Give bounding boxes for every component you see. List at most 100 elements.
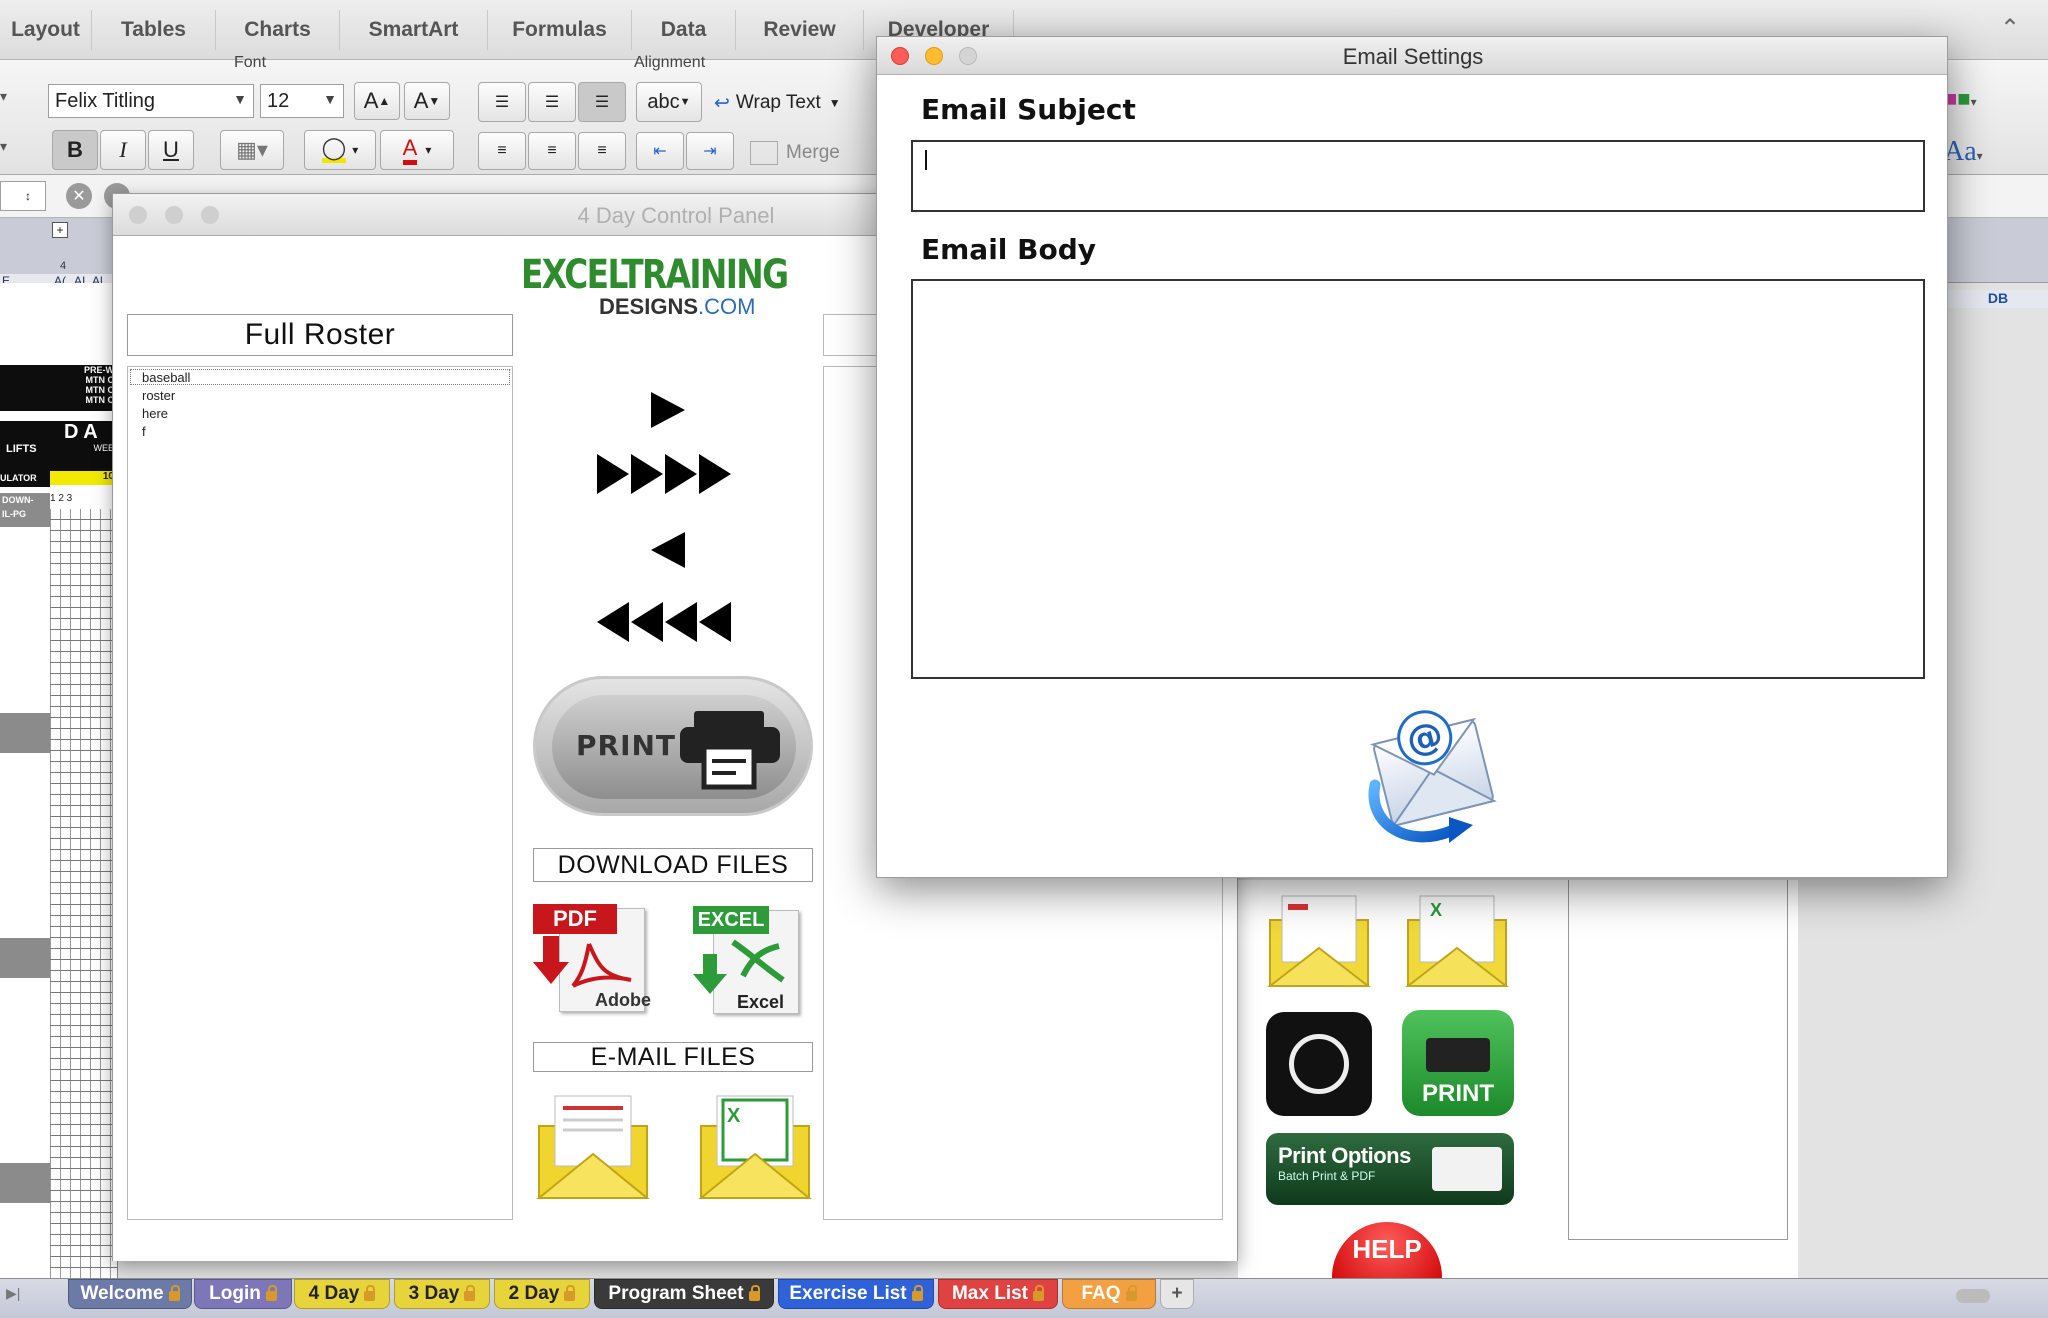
list-item[interactable]: here xyxy=(142,405,190,423)
email-pdf-envelope-icon[interactable] xyxy=(535,1092,651,1202)
email-settings-title: Email Settings xyxy=(1342,44,1484,69)
increase-indent-button[interactable]: ⇥ xyxy=(686,132,734,170)
collapse-ribbon-icon[interactable]: ⌃ xyxy=(2000,14,2020,43)
increase-indent-icon: ⇥ xyxy=(703,143,717,160)
borders-icon: ▦▾ xyxy=(236,137,268,162)
sheet-tab-login[interactable]: Login xyxy=(194,1279,292,1309)
ribbon-tab-tables[interactable]: Tables xyxy=(92,10,216,50)
align-bottom-button[interactable]: ☰ xyxy=(578,82,626,122)
row-label: IL-PG xyxy=(2,509,26,519)
list-item[interactable]: baseball xyxy=(142,369,190,387)
align-center-button[interactable]: ≡ xyxy=(528,132,576,170)
expand-icon[interactable]: + xyxy=(52,222,68,238)
sheet-tab-welcome[interactable]: Welcome xyxy=(68,1279,192,1309)
align-top-button[interactable]: ☰ xyxy=(478,82,526,122)
email-settings-titlebar: Email Settings xyxy=(877,37,1947,75)
fast-forward-icon[interactable] xyxy=(595,452,735,496)
grow-font-button[interactable]: A ▲ xyxy=(354,82,400,120)
print-badge-button[interactable]: PRINT xyxy=(1402,1010,1514,1116)
next-icon[interactable] xyxy=(649,390,689,430)
lock-icon xyxy=(364,1285,376,1301)
shrink-font-label: A xyxy=(413,88,429,113)
email-body-textarea[interactable] xyxy=(911,279,1925,679)
align-right-button[interactable]: ≡ xyxy=(578,132,626,170)
download-pdf-button[interactable]: PDF Adobe xyxy=(533,904,653,1016)
name-box[interactable]: ↕ xyxy=(0,181,46,211)
ribbon-tab-layout[interactable]: Layout xyxy=(0,10,92,50)
cancel-entry-icon[interactable]: ✕ xyxy=(66,183,92,209)
ribbon-tab-data[interactable]: Data xyxy=(632,10,736,50)
list-item[interactable]: roster xyxy=(142,387,190,405)
font-name-select[interactable]: Felix Titling ▼ xyxy=(48,84,254,118)
sheet-tab-3-day[interactable]: 3 Day xyxy=(394,1279,490,1309)
sheet-grid[interactable]: PRE-W MTN C MTN C MTN C D A WEE LIFTS UL… xyxy=(0,283,118,1278)
email-pdf-envelope-icon[interactable] xyxy=(1264,890,1374,990)
svg-text:X: X xyxy=(727,1105,741,1127)
shrink-font-button[interactable]: A ▼ xyxy=(404,82,450,120)
text-orientation-button[interactable]: abc ▼ xyxy=(636,82,702,122)
themes-button[interactable]: Aa▾ xyxy=(1944,136,1983,168)
row-label: LIFTS xyxy=(6,443,37,455)
font-size-select[interactable]: 12 ▼ xyxy=(260,84,344,118)
bold-button[interactable]: B xyxy=(52,130,98,170)
add-sheet-button[interactable]: + xyxy=(1160,1279,1194,1309)
text-orientation-label: abc xyxy=(647,90,680,113)
ribbon-tab-charts[interactable]: Charts xyxy=(216,10,340,50)
cell-grid[interactable] xyxy=(50,509,117,1278)
cell-styles-icon[interactable]: ■■▾ xyxy=(1944,86,1977,112)
ribbon-tab-formulas[interactable]: Formulas xyxy=(488,10,632,50)
day-header: D A WEE LIFTS xyxy=(0,421,117,471)
sheet-tab-4-day[interactable]: 4 Day xyxy=(294,1279,390,1309)
decrease-indent-button[interactable]: ⇤ xyxy=(636,132,684,170)
list-item[interactable]: f xyxy=(142,423,190,441)
font-name-value: Felix Titling xyxy=(55,89,156,112)
dropdown-arrow-icon[interactable]: ▾ xyxy=(0,88,20,116)
print-button[interactable]: PRINT xyxy=(533,676,813,816)
ribbon-tab-review[interactable]: Review xyxy=(736,10,864,50)
lock-icon xyxy=(1033,1285,1045,1301)
yellow-cell[interactable]: 10 xyxy=(50,471,117,485)
sheet-tab-max-list[interactable]: Max List xyxy=(938,1279,1058,1309)
align-left-button[interactable]: ≡ xyxy=(478,132,526,170)
align-center-icon: ≡ xyxy=(547,142,557,159)
email-subject-input[interactable] xyxy=(911,140,1925,212)
underline-button[interactable]: U xyxy=(148,130,194,170)
previous-icon[interactable] xyxy=(649,530,689,570)
email-excel-envelope-icon[interactable]: X xyxy=(1402,890,1512,990)
svg-text:X: X xyxy=(1430,900,1442,920)
settings-dial-button[interactable] xyxy=(1266,1012,1372,1116)
email-excel-envelope-icon[interactable]: X xyxy=(697,1092,813,1202)
wrap-text-button[interactable]: ↩ Wrap Text ▼ xyxy=(714,86,864,120)
tab-scroll-icon[interactable]: ▶| xyxy=(6,1285,20,1302)
email-body-label: Email Body xyxy=(921,233,1097,266)
row-label: MTN C xyxy=(85,375,115,385)
italic-button[interactable]: I xyxy=(100,130,146,170)
sheet-tab-2-day[interactable]: 2 Day xyxy=(494,1279,590,1309)
download-excel-button[interactable]: EXCEL Excel xyxy=(693,906,813,1018)
sheet-tab-label: Exercise List xyxy=(789,1283,907,1304)
sheet-tab-program-sheet[interactable]: Program Sheet xyxy=(594,1279,774,1309)
group-font-label: Font xyxy=(234,54,267,71)
ribbon-tab-smartart[interactable]: SmartArt xyxy=(340,10,488,50)
horizontal-scrollbar[interactable] xyxy=(1956,1289,1990,1303)
chevron-down-icon: ▼ xyxy=(233,91,247,107)
sheet-tab-faq[interactable]: FAQ xyxy=(1062,1279,1156,1309)
lock-icon xyxy=(564,1285,576,1301)
lock-icon xyxy=(168,1285,180,1301)
gray-cell xyxy=(0,1163,50,1203)
sheet-tab-label: 2 Day xyxy=(508,1283,560,1304)
merge-button[interactable]: Merge xyxy=(750,136,870,170)
sheet-tab-label: Login xyxy=(209,1283,261,1304)
borders-button[interactable]: ▦▾ xyxy=(220,130,284,170)
roster-listbox[interactable]: baseball roster here f xyxy=(127,366,513,1220)
sheet-tab-label: FAQ xyxy=(1081,1283,1121,1304)
send-email-icon[interactable]: @ xyxy=(1367,701,1497,847)
fill-color-button[interactable]: ◯ ▾ xyxy=(304,130,376,170)
rewind-icon[interactable] xyxy=(595,600,735,644)
dropdown-arrow-icon[interactable]: ▾ xyxy=(0,138,20,166)
font-color-button[interactable]: A ▾ xyxy=(380,130,454,170)
print-options-button[interactable]: Print Options Batch Print & PDF xyxy=(1266,1133,1514,1205)
align-middle-button[interactable]: ☰ xyxy=(528,82,576,122)
sheet-tab-exercise-list[interactable]: Exercise List xyxy=(778,1279,934,1309)
sheet-tab-label: 4 Day xyxy=(308,1283,360,1304)
